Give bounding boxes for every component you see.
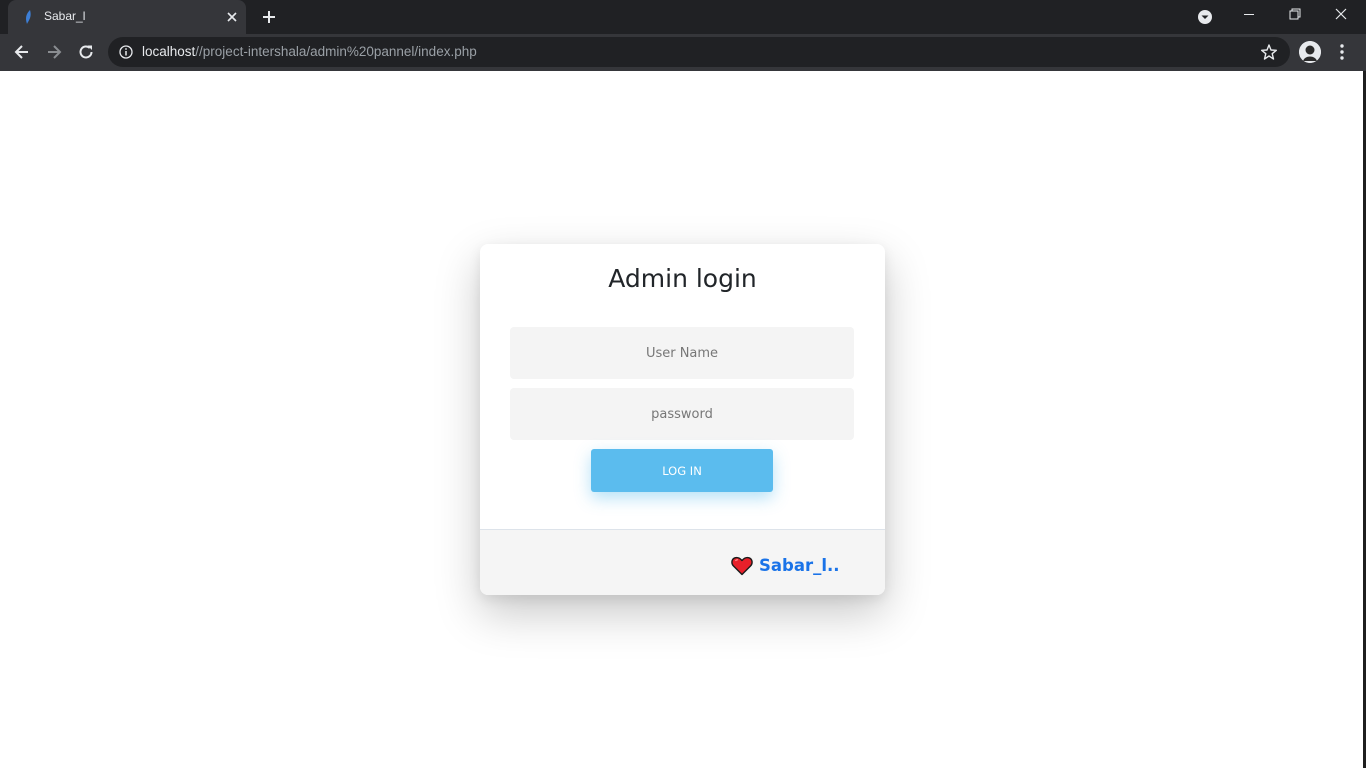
kebab-menu-icon[interactable] — [1334, 42, 1350, 62]
url-path: //project-intershala/admin%20pannel/inde… — [195, 44, 477, 59]
new-tab-icon[interactable] — [260, 8, 278, 26]
browser-tab[interactable]: Sabar_l — [8, 0, 246, 34]
profile-icon — [1299, 41, 1321, 63]
reload-icon[interactable] — [76, 42, 96, 62]
forward-icon[interactable] — [44, 42, 64, 62]
heart-icon — [731, 556, 753, 576]
back-icon[interactable] — [12, 42, 32, 62]
favicon-icon — [26, 10, 31, 24]
card-footer: Sabar_l.. — [480, 529, 885, 595]
login-card: Admin login LOG IN Sabar_l.. — [480, 244, 885, 595]
address-bar[interactable]: localhost//project-intershala/admin%20pa… — [108, 37, 1290, 67]
bookmark-star-icon[interactable] — [1260, 43, 1278, 61]
tab-search-icon[interactable] — [1192, 0, 1218, 32]
site-info-icon[interactable] — [119, 45, 133, 59]
restore-icon[interactable] — [1280, 0, 1310, 32]
close-tab-icon[interactable] — [224, 9, 240, 25]
tab-title: Sabar_l — [44, 9, 86, 23]
password-input[interactable] — [510, 388, 854, 440]
login-button[interactable]: LOG IN — [591, 449, 773, 492]
page-title: Admin login — [608, 264, 757, 293]
minimize-icon[interactable] — [1234, 0, 1264, 32]
browser-tabstrip: Sabar_l — [0, 0, 1366, 34]
close-window-icon[interactable] — [1326, 0, 1356, 32]
author-link[interactable]: Sabar_l.. — [759, 556, 840, 575]
profile-avatar[interactable] — [1299, 41, 1321, 63]
browser-toolbar: localhost//project-intershala/admin%20pa… — [0, 34, 1366, 71]
username-input[interactable] — [510, 327, 854, 379]
url-host: localhost — [142, 44, 196, 59]
url-text[interactable]: localhost//project-intershala/admin%20pa… — [142, 44, 477, 59]
